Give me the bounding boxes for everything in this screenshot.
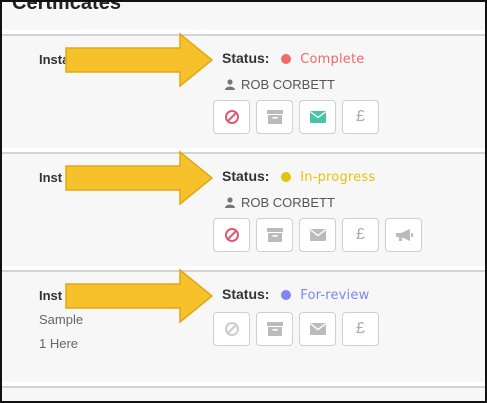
action-buttons: £ — [213, 218, 422, 252]
status-label: Status: — [222, 168, 270, 184]
user-name: ROB CORBETT — [241, 195, 335, 210]
status-dot — [281, 290, 292, 300]
user-icon — [225, 79, 235, 90]
instance-label: Inst — [39, 170, 63, 185]
action-buttons: £ — [213, 100, 379, 134]
address-text: 1 Here — [39, 336, 79, 351]
envelope-icon — [309, 229, 326, 241]
status-label: Status: — [222, 286, 270, 302]
archive-icon — [266, 228, 283, 242]
certificate-card: Inst Sample 1 Here Status: For-review £ — [2, 266, 485, 386]
ban-icon — [224, 110, 239, 124]
instance-label: Inst — [39, 288, 63, 303]
pound-icon: £ — [356, 226, 365, 243]
email-button[interactable] — [299, 218, 336, 252]
status-dot — [281, 54, 292, 64]
certificates-panel: Certificates Insta Status: Complete ROB … — [0, 0, 487, 403]
status-row: Status: For-review — [222, 286, 369, 303]
user-name: ROB CORBETT — [241, 77, 335, 92]
cancel-button[interactable] — [213, 100, 250, 134]
archive-button[interactable] — [256, 218, 293, 252]
archive-button[interactable] — [256, 312, 293, 346]
user-icon — [225, 197, 235, 208]
announce-button[interactable] — [385, 218, 422, 252]
archive-icon — [266, 322, 283, 336]
cancel-button[interactable] — [213, 312, 250, 346]
arrow-annotation — [65, 150, 214, 206]
pound-icon: £ — [356, 108, 365, 125]
archive-button[interactable] — [256, 100, 293, 134]
status-value: For-review — [300, 288, 370, 303]
email-button[interactable] — [299, 312, 336, 346]
page-title: Certificates — [12, 0, 121, 14]
envelope-icon — [309, 323, 326, 335]
status-label: Status: — [222, 50, 270, 66]
status-row: Status: Complete — [222, 50, 365, 67]
cancel-button[interactable] — [213, 218, 250, 252]
ban-icon — [224, 322, 239, 336]
status-row: Status: In-progress — [222, 168, 375, 185]
pound-icon: £ — [356, 320, 365, 337]
action-buttons: £ — [213, 312, 379, 346]
certificate-card: Insta Status: Complete ROB CORBETT £ — [2, 30, 485, 152]
assigned-user: ROB CORBETT — [225, 77, 335, 92]
envelope-icon — [309, 111, 326, 123]
arrow-annotation — [65, 268, 214, 324]
archive-icon — [266, 110, 283, 124]
email-button[interactable] — [299, 100, 336, 134]
status-value: In-progress — [300, 170, 376, 185]
status-value: Complete — [300, 52, 365, 67]
arrow-annotation — [65, 32, 214, 88]
ban-icon — [224, 228, 239, 242]
payment-button[interactable]: £ — [342, 100, 379, 134]
assigned-user: ROB CORBETT — [225, 195, 335, 210]
payment-button[interactable]: £ — [342, 218, 379, 252]
certificate-card: Inst Status: In-progress ROB CORBETT £ — [2, 148, 485, 270]
payment-button[interactable]: £ — [342, 312, 379, 346]
status-dot — [281, 172, 292, 182]
next-card-edge — [2, 382, 485, 401]
megaphone-icon — [395, 229, 413, 241]
